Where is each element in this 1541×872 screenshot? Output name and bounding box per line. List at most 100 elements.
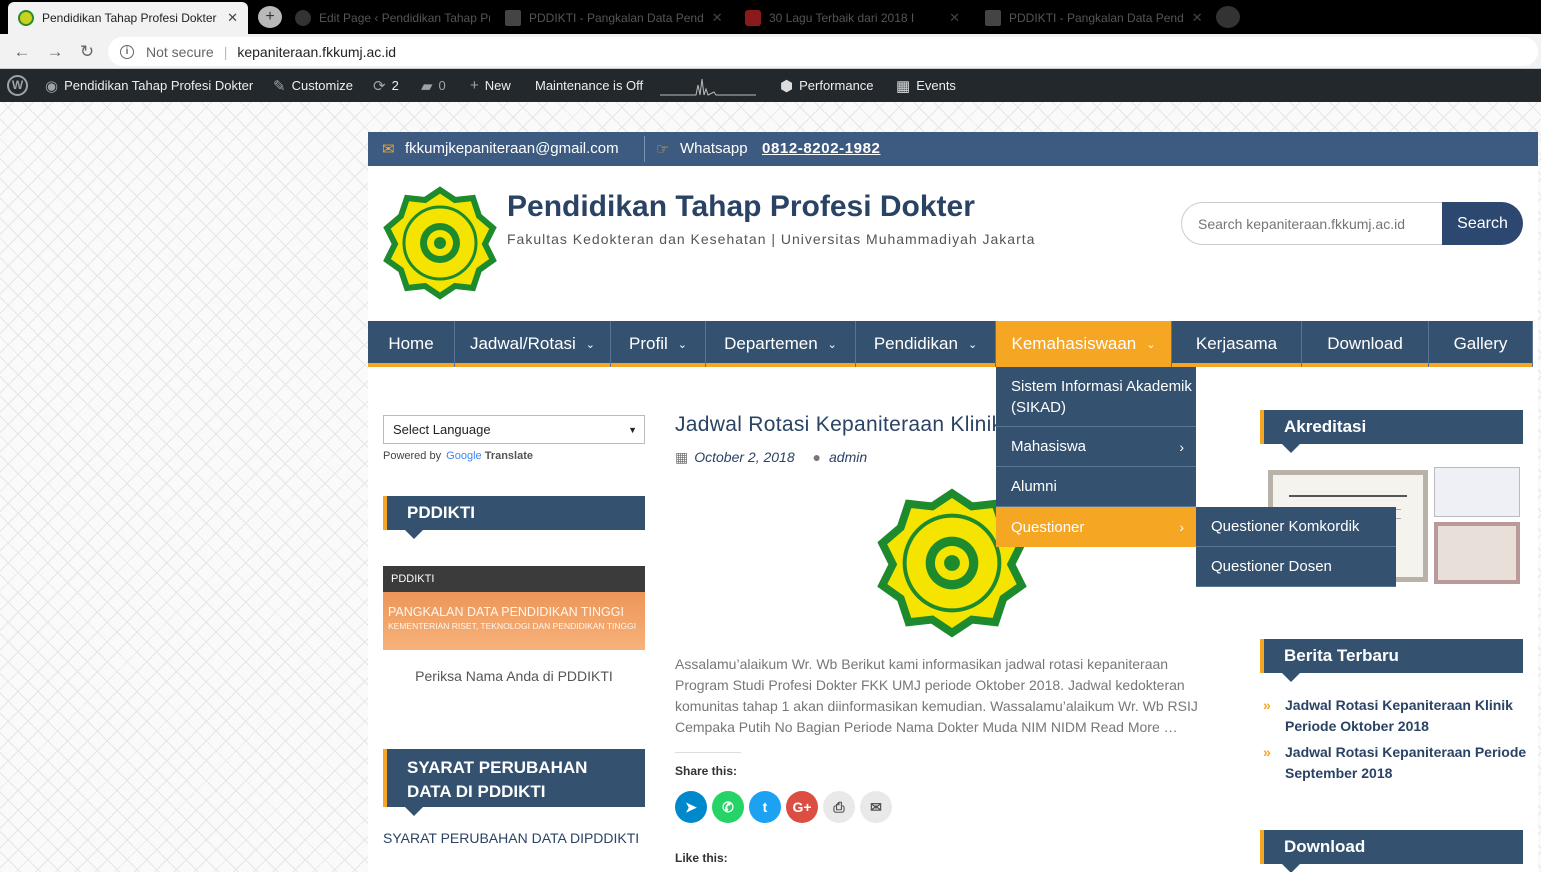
whatsapp-share-icon[interactable]: ✆ [712, 791, 744, 823]
nav-download[interactable]: Download [1302, 321, 1429, 367]
browser-tab-bar: Pendidikan Tahap Profesi Dokter ✕ + Edit… [0, 0, 1541, 34]
print-share-icon[interactable]: ⎙ [823, 791, 855, 823]
submenu-alumni[interactable]: Alumni [996, 467, 1196, 507]
recent-post-link[interactable]: Jadwal Rotasi Kepaniteraan Klinik Period… [1285, 695, 1530, 737]
info-icon[interactable]: i [120, 44, 134, 59]
brush-icon: ✎ [273, 77, 286, 95]
site-tagline: Fakultas Kedokteran dan Kesehatan | Univ… [507, 231, 1036, 247]
wp-updates[interactable]: ⟳ 2 [373, 69, 399, 102]
back-icon[interactable]: ← [11, 41, 33, 63]
certificate-thumb[interactable] [1434, 467, 1520, 517]
nav-kerjasama[interactable]: Kerjasama [1172, 321, 1302, 367]
wp-site-name[interactable]: ◉ Pendidikan Tahap Profesi Dokter [45, 69, 253, 102]
certificate-thumb[interactable] [1434, 522, 1520, 584]
nav-label: Kemahasiswaan [1011, 334, 1137, 353]
new-tab-icon[interactable]: + [258, 6, 282, 28]
reload-icon[interactable]: ↻ [76, 41, 98, 63]
nav-label: Gallery [1453, 334, 1508, 353]
wp-admin-bar: W ◉ Pendidikan Tahap Profesi Dokter ✎ Cust… [0, 69, 1541, 102]
syarat-link[interactable]: SYARAT PERUBAHAN DATA DIPDDIKTI [383, 830, 639, 846]
wp-maintenance[interactable]: Maintenance is Off [535, 69, 643, 102]
tab-close-icon[interactable]: ✕ [219, 10, 238, 26]
nav-jadwal[interactable]: Jadwal/Rotasi ⌄ [455, 321, 611, 367]
translate-link[interactable]: Translate [485, 450, 533, 462]
caret-down-icon: ▼ [628, 424, 637, 435]
nav-kemahasiswaan[interactable]: Kemahasiswaan ⌄ [996, 321, 1172, 367]
wordpress-logo-icon[interactable]: W [7, 69, 28, 102]
dashboard-icon: ◉ [45, 77, 59, 95]
chevron-down-icon: ⌄ [827, 338, 837, 351]
tab-active[interactable]: Pendidikan Tahap Profesi Dokter ✕ [8, 2, 248, 34]
wp-performance[interactable]: ⬢ Performance [780, 69, 874, 102]
twitter-share-icon[interactable]: t [749, 791, 781, 823]
nav-profil[interactable]: Profil ⌄ [611, 321, 706, 367]
tab-item[interactable]: PDDIKTI - Pangkalan Data Pend ✕ [495, 2, 725, 34]
pddikti-banner[interactable]: PDDIKTI PANGKALAN DATA PENDIDIKAN TINGGI… [383, 566, 645, 650]
forward-icon[interactable]: → [44, 41, 66, 63]
wp-updates-count: 2 [391, 78, 399, 93]
tab-item[interactable]: Edit Page ‹ Pendidikan Tahap Pr [285, 2, 490, 34]
comment-icon: ▰ [421, 77, 433, 95]
wp-comments[interactable]: ▰ 0 [421, 69, 446, 102]
url-text[interactable]: kepaniteraan.fkkumj.ac.id [237, 44, 396, 60]
updates-icon: ⟳ [373, 77, 386, 95]
email-icon: ✉ [382, 141, 395, 158]
nav-label: Profil [629, 334, 668, 353]
nav-label: Jadwal/Rotasi [469, 334, 576, 353]
recent-post-link[interactable]: Jadwal Rotasi Kepaniteraan Periode Septe… [1285, 742, 1530, 784]
calendar-icon: ▦ [675, 449, 689, 465]
address-bar: ← → ↻ i Not secure | kepaniteraan.fkkumj… [0, 34, 1541, 69]
submenu-questioner-komkordik[interactable]: Questioner Komkordik [1196, 507, 1396, 547]
nav-label: Home [388, 334, 434, 353]
contact-email[interactable]: fkkumjkepaniteraan@gmail.com [405, 140, 619, 157]
post-meta: ▦ October 2, 2018 ● admin [675, 449, 867, 466]
wp-customize[interactable]: ✎ Customize [273, 69, 353, 102]
tab-item[interactable]: 30 Lagu Terbaik dari 2018 I ✕ [735, 2, 970, 34]
whatsapp-number[interactable]: 0812-8202-1982 [762, 140, 881, 157]
tab-close-icon[interactable]: ✕ [704, 10, 723, 26]
tab-close-icon[interactable]: ✕ [941, 10, 960, 26]
nav-pendidikan[interactable]: Pendidikan ⌄ [856, 321, 996, 367]
post-date[interactable]: October 2, 2018 [694, 449, 794, 465]
telegram-share-icon[interactable]: ➤ [675, 791, 707, 823]
nav-home[interactable]: Home [368, 321, 455, 367]
security-label: Not secure [146, 43, 214, 60]
plus-icon: + [470, 77, 479, 94]
widget-title-pddikti: PDDIKTI [383, 496, 645, 539]
nav-departemen[interactable]: Departemen ⌄ [706, 321, 856, 367]
email-share-icon[interactable]: ✉ [860, 791, 892, 823]
tab-title: PDDIKTI - Pangkalan Data Pend [529, 11, 704, 25]
chevron-right-icon: › [1179, 438, 1184, 455]
submenu-label: Sistem Informasi Akademik (SIKAD) [1011, 377, 1192, 416]
wp-maintenance-label: Maintenance is Off [535, 78, 644, 93]
submenu-questioner-dosen[interactable]: Questioner Dosen [1196, 547, 1396, 587]
search-input[interactable] [1181, 202, 1443, 245]
page-icon [985, 10, 1001, 26]
wp-events[interactable]: ▦ Events [896, 69, 956, 102]
nav-label: Pendidikan [873, 334, 958, 353]
site-favicon-icon [18, 10, 34, 26]
tab-title: Edit Page ‹ Pendidikan Tahap Pr [319, 11, 490, 25]
nav-gallery[interactable]: Gallery [1429, 321, 1533, 367]
submenu-questioner[interactable]: Questioner › [996, 507, 1196, 547]
googleplus-share-icon[interactable]: G+ [786, 791, 818, 823]
submenu-sikad[interactable]: Sistem Informasi Akademik (SIKAD) [996, 367, 1196, 427]
wp-customize-label: Customize [291, 78, 353, 93]
submenu-label: Alumni [1011, 478, 1057, 495]
post-author[interactable]: admin [829, 449, 867, 465]
wp-performance-label: Performance [799, 78, 874, 93]
new-tab-ghost-icon[interactable] [1216, 6, 1240, 28]
omnibox[interactable]: i Not secure | kepaniteraan.fkkumj.ac.id [108, 37, 1538, 66]
search-button[interactable]: Search [1442, 202, 1523, 245]
tab-title: PDDIKTI - Pangkalan Data Pend [1009, 11, 1184, 25]
tab-close-icon[interactable]: ✕ [1184, 10, 1203, 26]
wp-new[interactable]: + New [470, 69, 511, 102]
nav-label: Departemen [724, 334, 818, 353]
submenu-mahasiswa[interactable]: Mahasiswa › [996, 427, 1196, 467]
nav-label: Download [1327, 334, 1403, 353]
wordpress-icon [295, 10, 311, 26]
site-logo[interactable] [383, 186, 497, 303]
site-title[interactable]: Pendidikan Tahap Profesi Dokter [507, 190, 975, 224]
tab-item[interactable]: PDDIKTI - Pangkalan Data Pend ✕ [975, 2, 1205, 34]
language-select[interactable]: Select Language ▼ [383, 415, 645, 444]
